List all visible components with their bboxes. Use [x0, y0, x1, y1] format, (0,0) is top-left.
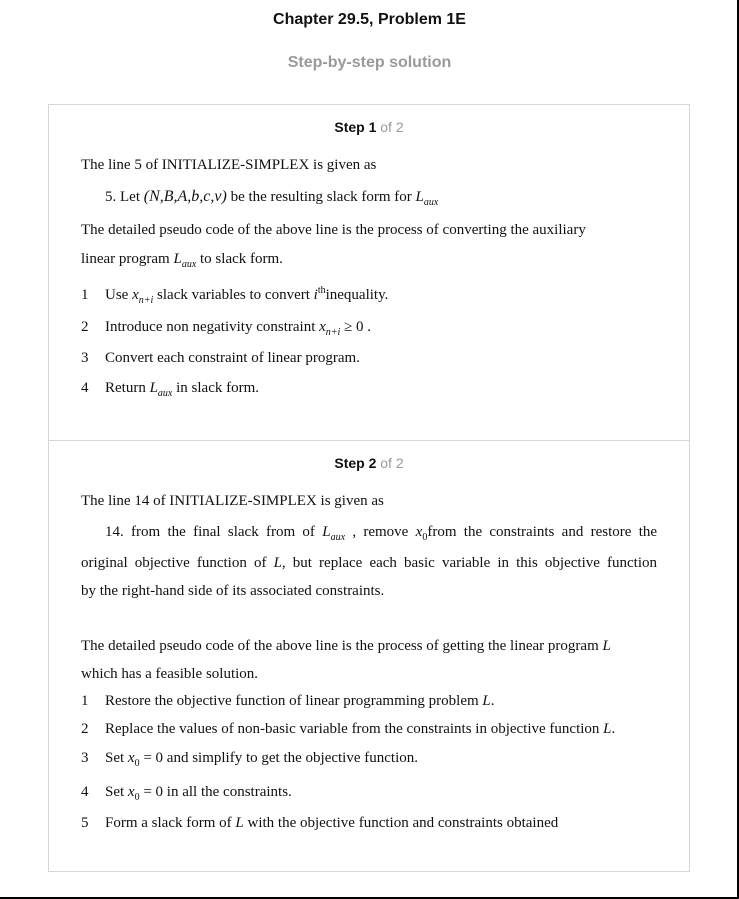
step-2-paragraph-line-2: which has a feasible solution. [81, 666, 259, 682]
step-2-item-1: 1 Restore the objective function of linea… [81, 693, 494, 710]
item-text: Convert each constraint of linear progra… [105, 350, 360, 366]
quote-var: L [322, 524, 331, 540]
item-text: Form a slack form of [105, 815, 232, 831]
quote-text: , but replace each basic variable in thi… [281, 555, 657, 571]
item-text: . [490, 693, 495, 709]
solution-subtitle: Step-by-step solution [287, 54, 452, 71]
item-text: Introduce non negativity constraint [105, 319, 316, 335]
step-2-quote-line-1: 14. from the final slack from of Laux , … [105, 524, 657, 543]
item-number: 4 [81, 380, 89, 396]
item-var-sub: n+i [325, 327, 341, 338]
item-number: 2 [81, 319, 89, 335]
item-var: x [319, 319, 326, 335]
step-1-count: of 2 [380, 119, 404, 135]
item-var-sub: n+i [138, 295, 154, 306]
step-2-item-2: 2 Replace the values of non-basic variabl… [81, 721, 615, 738]
para-text: The detailed pseudo code of the above li… [81, 638, 599, 654]
quote-var: L [415, 189, 424, 205]
item-number: 4 [81, 784, 89, 800]
para-var: L [602, 638, 611, 654]
item-var: x [127, 750, 135, 766]
step-1-item-4: 4 Return Laux in slack form. [81, 380, 259, 399]
step-1-paragraph-line-1: The detailed pseudo code of the above li… [81, 222, 586, 238]
step-1-paragraph-line-2: linear program Laux to slack form. [81, 251, 283, 270]
step-1-item-1: 1 Use xn+i slack variables to convert ith… [81, 285, 388, 306]
step-1-header: Step 1 of 2 [49, 119, 689, 135]
item-sup: th [317, 285, 326, 296]
item-number: 1 [81, 693, 89, 709]
item-text: with the objective function and constrai… [247, 815, 559, 831]
item-var: L [235, 815, 244, 831]
item-text: slack variables to convert [157, 287, 310, 303]
step-1-quote: 5. Let (N,B,A,b,c,v) be the resulting sl… [105, 188, 438, 208]
item-number: 1 [81, 287, 89, 303]
item-var-sub: aux [157, 388, 173, 399]
item-var: L [482, 693, 491, 709]
item-var: L [149, 380, 158, 396]
item-text: inequality. [325, 287, 389, 303]
para-suffix: to slack form. [200, 251, 283, 267]
item-var-sub: 0 [134, 758, 140, 769]
quote-text: , remove [352, 524, 409, 540]
item-number: 5 [81, 815, 89, 831]
item-text: Set [105, 784, 125, 800]
item-var: x [127, 784, 135, 800]
quote-var-sub: aux [330, 532, 346, 543]
step-2-paragraph-line-1: The detailed pseudo code of the above li… [81, 638, 611, 655]
item-var: x [132, 287, 139, 303]
step-2-header: Step 2 of 2 [49, 455, 689, 471]
item-number: 2 [81, 721, 89, 737]
step-1-intro: The line 5 of INITIALIZE-SIMPLEX is give… [81, 157, 377, 173]
item-var: L [603, 721, 612, 737]
step-2-item-5: 5 Form a slack form of L with the objecti… [81, 815, 558, 832]
quote-mid: be the resulting slack form for [230, 189, 412, 205]
para-var-sub: aux [181, 259, 197, 270]
step-2-item-3: 3 Set x0 = 0 and simplify to get the obje… [81, 750, 418, 769]
step-2-item-4: 4 Set x0 = 0 in all the constraints. [81, 784, 292, 803]
step-1-item-3: 3 Convert each constraint of linear progr… [81, 350, 360, 367]
page-title: Chapter 29.5, Problem 1E [273, 11, 466, 28]
item-text: in slack form. [176, 380, 260, 396]
quote-text: original objective function of [81, 555, 267, 571]
quote-var-sub: aux [423, 197, 439, 208]
item-text: Restore the objective function of linear… [105, 693, 479, 709]
quote-var: L [273, 555, 282, 571]
item-text: Set [105, 750, 125, 766]
quote-text: from the constraints and restore the [427, 524, 658, 540]
item-text: Use [105, 287, 129, 303]
step-1-item-2: 2 Introduce non negativity constraint xn+… [81, 319, 371, 338]
step-divider [49, 440, 689, 441]
item-var-sub: 0 [134, 792, 140, 803]
quote-text: 14. from the final slack from of [105, 524, 315, 540]
step-2-quote-line-2: original objective function of L, but re… [81, 555, 657, 572]
item-number: 3 [81, 750, 89, 766]
para-var: L [173, 251, 182, 267]
quote-prefix: 5. Let [105, 189, 140, 205]
step-2-count: of 2 [380, 455, 404, 471]
para-prefix: linear program [81, 251, 170, 267]
item-text: ≥ 0 . [344, 319, 372, 335]
step-2-quote-line-3: by the right-hand side of its associated… [81, 583, 385, 599]
quote-tuple: (N,B,A,b,c,v) [143, 188, 227, 205]
item-text: Return [105, 380, 146, 396]
item-text: = 0 and simplify to get the objective fu… [143, 750, 418, 766]
item-text: = 0 in all the constraints. [143, 784, 292, 800]
item-number: 3 [81, 350, 89, 366]
step-2-intro: The line 14 of INITIALIZE-SIMPLEX is giv… [81, 493, 384, 509]
item-text: . [611, 721, 616, 737]
solution-card: Step 1 of 2 The line 5 of INITIALIZE-SIM… [48, 104, 690, 872]
item-text: Replace the values of non-basic variable… [105, 721, 600, 737]
step-2-label: Step 2 [334, 455, 377, 471]
step-1-label: Step 1 [334, 119, 377, 135]
